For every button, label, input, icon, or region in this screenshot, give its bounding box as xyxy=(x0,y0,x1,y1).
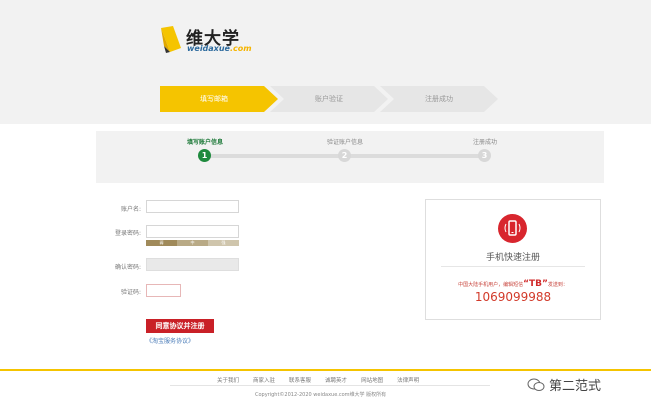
step-register-success: 注册成功 xyxy=(380,86,498,112)
logo-pencil-icon xyxy=(161,26,181,53)
agree-register-button[interactable]: 同意协议并注册 xyxy=(146,319,214,333)
strength-medium: 中 xyxy=(177,240,208,246)
account-name-input[interactable] xyxy=(146,200,239,213)
password-label: 登录密码: xyxy=(114,230,141,237)
mobile-register-instructions: 中国大陆手机用户，编辑短信“TB”发送到： xyxy=(458,279,568,289)
wechat-watermark: 第二范式 xyxy=(527,375,601,394)
password-input[interactable] xyxy=(146,225,239,238)
account-name-label: 账户名: xyxy=(120,206,141,213)
progress-step-3: 3 xyxy=(478,149,491,162)
strength-strong: 强 xyxy=(208,240,239,246)
progress-step-2: 2 xyxy=(338,149,351,162)
mobile-phone-icon xyxy=(498,214,527,243)
wechat-icon xyxy=(527,378,545,391)
step-fill-email: 填写邮箱 xyxy=(160,86,278,112)
footer-link-sitemap[interactable]: 网站地图 xyxy=(354,376,390,384)
sms-number: 1069099988 xyxy=(474,290,552,304)
footer-link-merchant[interactable]: 商家入驻 xyxy=(246,376,282,384)
progress-label-1: 填写账户信息 xyxy=(186,139,223,146)
confirm-password-input[interactable] xyxy=(146,258,239,271)
footer-divider xyxy=(170,385,490,386)
watermark-text: 第二范式 xyxy=(549,379,602,394)
mobile-register-title: 手机快速注册 xyxy=(485,253,540,263)
progress-label-2: 验证账户信息 xyxy=(326,139,363,146)
progress-label-3: 注册成功 xyxy=(472,139,497,146)
copyright: Copyright©2012-2020 weidaxue.com维大学 版权所有 xyxy=(255,392,387,398)
progress-step-1: 1 xyxy=(198,149,211,162)
footer-link-legal[interactable]: 法律声明 xyxy=(390,376,426,384)
step-account-verify: 账户验证 xyxy=(270,86,388,112)
service-agreement-link[interactable]: 《淘宝服务协议》 xyxy=(146,336,194,345)
footer-link-support[interactable]: 联系客服 xyxy=(282,376,318,384)
captcha-label: 验证码: xyxy=(120,289,141,296)
footer-link-careers[interactable]: 诚聘英才 xyxy=(318,376,354,384)
captcha-input[interactable] xyxy=(146,284,181,297)
strength-weak: 弱 xyxy=(146,240,177,246)
confirm-password-label: 确认密码: xyxy=(114,264,141,271)
footer-accent-line xyxy=(0,369,651,371)
footer-link-about[interactable]: 关于我们 xyxy=(210,376,246,384)
mobile-divider xyxy=(441,266,585,267)
footer-links: 关于我们 商家入驻 联系客服 诚聘英才 网站地图 法律声明 xyxy=(210,376,426,384)
password-strength-meter: 弱 中 强 xyxy=(146,240,239,246)
logo-domain: weidaxue.com xyxy=(187,44,252,53)
